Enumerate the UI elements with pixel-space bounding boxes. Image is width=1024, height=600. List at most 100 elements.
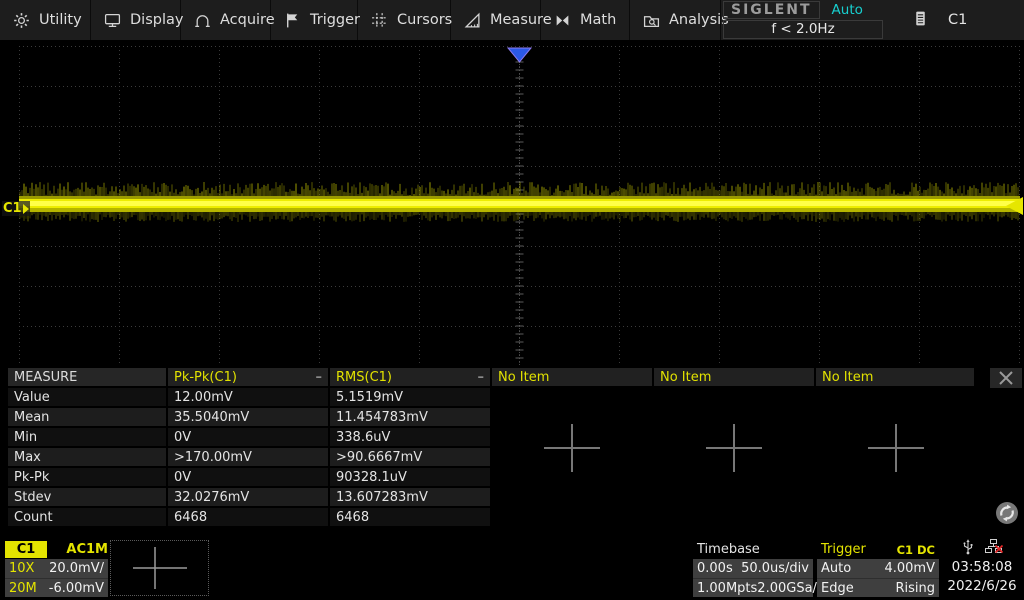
trigger-level: 4.00mV: [884, 561, 935, 576]
measure-title: MEASURE: [8, 368, 166, 386]
measure-empty-cell: [654, 488, 814, 506]
add-measurement-button[interactable]: [868, 420, 924, 476]
menu-item-trigger[interactable]: Trigger: [271, 0, 358, 40]
measure-empty-cell: [492, 508, 652, 526]
timebase-descriptor[interactable]: Timebase 0.00s50.0us/div 1.00Mpts2.00GSa…: [693, 540, 813, 597]
measure-column-header[interactable]: No Item: [492, 368, 652, 386]
measure-value-cell: 0V: [168, 468, 328, 486]
trigger-source: C1 DC: [897, 543, 935, 557]
waveform-display-area: C1: [0, 46, 1024, 366]
monitor-icon: [104, 12, 121, 29]
channel-name-badge: C1: [5, 541, 47, 558]
lan-disconnected-icon: [985, 539, 1003, 559]
timebase-scale: 50.0us/div: [741, 561, 809, 576]
clock-time: 03:58:08: [952, 558, 1013, 577]
menu-item-math[interactable]: Math: [541, 0, 630, 40]
measure-column-header[interactable]: RMS(C1)–: [330, 368, 490, 386]
measure-empty-cell: [816, 508, 974, 526]
message-channel-indicator[interactable]: C1: [885, 0, 1024, 40]
channel-indicator-label: C1: [948, 12, 967, 28]
trigger-slope: Rising: [895, 581, 935, 596]
measure-empty-cell: [492, 488, 652, 506]
measure-column-label: No Item: [660, 370, 711, 385]
measure-row-label: Max: [8, 448, 166, 466]
clock-date: 2022/6/26: [947, 577, 1016, 596]
clipboard-icon: [913, 10, 928, 31]
usb-icon: [961, 539, 975, 559]
trigger-title: Trigger: [821, 542, 866, 557]
measure-value-cell: 5.1519mV: [330, 388, 490, 406]
menu-item-utility[interactable]: Utility: [0, 0, 91, 40]
measure-value-cell: 13.607283mV: [330, 488, 490, 506]
timebase-samplerate: 2.00GSa/s: [757, 581, 823, 596]
channel-coupling: AC1M: [66, 542, 108, 557]
trigger-descriptor[interactable]: Trigger C1 DC Auto4.00mV EdgeRising: [817, 540, 939, 597]
flag-icon: [284, 12, 301, 29]
statistics-reset-button[interactable]: [994, 500, 1020, 526]
bottom-status-bar: C1 AC1M 10X20.0mV/ 20M-6.00mV Timebase 0…: [0, 538, 1024, 600]
folder-magnifier-icon: [643, 12, 660, 29]
menu-item-label: Display: [130, 12, 183, 28]
menu-item-cursors[interactable]: Cursors: [358, 0, 451, 40]
clock-status-area: 03:58:08 2022/6/26: [943, 540, 1021, 596]
ruler-triangle-icon: [464, 12, 481, 29]
measure-value-cell: 90328.1uV: [330, 468, 490, 486]
cursors-grid-icon: [371, 12, 388, 29]
measure-value-cell: 6468: [168, 508, 328, 526]
timebase-delay: 0.00s: [697, 561, 733, 576]
menu-item-display[interactable]: Display: [91, 0, 181, 40]
measure-empty-cell: [492, 388, 652, 406]
measure-empty-cell: [654, 388, 814, 406]
bowtie-icon: [554, 12, 571, 29]
measure-value-cell: 6468: [330, 508, 490, 526]
menu-item-measure[interactable]: Measure: [451, 0, 541, 40]
trigger-frequency-readout: f < 2.0Hz: [723, 20, 883, 39]
channel-offset-marker[interactable]: C1: [2, 201, 30, 216]
measure-empty-cell: [654, 508, 814, 526]
measure-value-cell: 338.6uV: [330, 428, 490, 446]
menu-item-analysis[interactable]: Analysis: [630, 0, 721, 40]
menu-item-label: Analysis: [669, 12, 729, 28]
menu-item-label: Acquire: [220, 12, 275, 28]
measure-column-label: No Item: [498, 370, 549, 385]
measure-value-cell: >170.00mV: [168, 448, 328, 466]
channel-marker-arrow-icon: [23, 204, 29, 214]
measure-row-label: Mean: [8, 408, 166, 426]
menu-item-label: Utility: [39, 12, 82, 28]
measure-column-header[interactable]: No Item: [816, 368, 974, 386]
measure-empty-cell: [816, 388, 974, 406]
add-measurement-button[interactable]: [544, 420, 600, 476]
measure-value-cell: >90.6667mV: [330, 448, 490, 466]
add-channel-button[interactable]: [110, 540, 209, 596]
channel-probe: 10X: [9, 561, 34, 576]
add-measurement-button[interactable]: [706, 420, 762, 476]
measure-column-header[interactable]: No Item: [654, 368, 814, 386]
measure-value-cell: 32.0276mV: [168, 488, 328, 506]
measure-value-cell: 12.00mV: [168, 388, 328, 406]
measure-column-label: No Item: [822, 370, 873, 385]
graticule-and-trace: [0, 46, 1024, 366]
measure-empty-cell: [816, 488, 974, 506]
measure-value-cell: 0V: [168, 428, 328, 446]
measure-row-label: Min: [8, 428, 166, 446]
channel-descriptor-c1[interactable]: C1 AC1M 10X20.0mV/ 20M-6.00mV: [5, 540, 108, 597]
measure-value-cell: 35.5040mV: [168, 408, 328, 426]
gear-icon: [13, 12, 30, 29]
menu-item-acquire[interactable]: Acquire: [181, 0, 271, 40]
measure-column-header[interactable]: Pk-Pk(C1) –: [168, 368, 328, 386]
channel-bandwidth: 20M: [9, 581, 37, 596]
measure-column-label: Pk-Pk(C1): [174, 370, 237, 385]
remove-measurement-button[interactable]: –: [316, 370, 323, 385]
measure-panel: MEASURE Pk-Pk(C1) –RMS(C1)– No Item No Item N…: [0, 368, 1024, 538]
measure-close-button[interactable]: [990, 368, 1022, 388]
siglent-logo: SIGLENT: [723, 1, 820, 19]
brand-status-block: SIGLENT Auto f < 2.0Hz: [721, 0, 885, 40]
top-menu-bar: UtilityDisplayAcquireTriggerCursorsMeasu…: [0, 0, 1024, 43]
menu-item-label: Trigger: [310, 12, 360, 28]
acquisition-mode-badge: Auto: [832, 2, 863, 18]
timebase-title: Timebase: [697, 542, 760, 557]
remove-measurement-button[interactable]: –: [478, 370, 485, 385]
menu-item-label: Cursors: [397, 12, 452, 28]
plus-icon: [131, 545, 189, 591]
menu-item-label: Math: [580, 12, 616, 28]
